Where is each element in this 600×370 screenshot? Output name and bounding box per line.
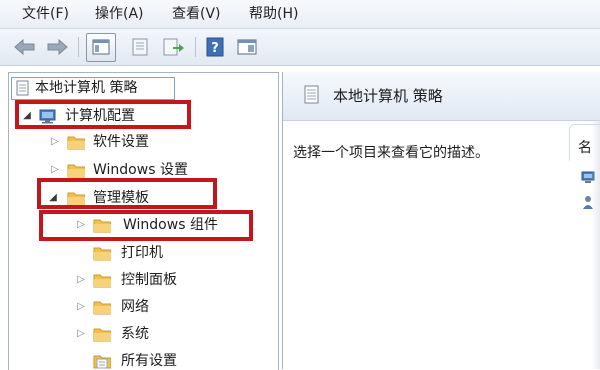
annotation-box-computer-config bbox=[15, 100, 191, 129]
menu-action[interactable]: 操作(A) bbox=[95, 4, 144, 24]
tree-node-printers[interactable]: 打印机 bbox=[75, 242, 275, 264]
tree-label-all-settings: 所有设置 bbox=[121, 353, 177, 369]
folder-icon bbox=[67, 164, 85, 178]
pane-edge-shadow bbox=[591, 120, 600, 369]
toolbar-separator bbox=[78, 37, 79, 57]
console-tree-icon bbox=[92, 39, 110, 55]
tree-label-system: 系统 bbox=[121, 326, 149, 342]
menu-bar: 文件(F) 操作(A) 查看(V) 帮助(H) bbox=[0, 0, 600, 29]
action-pane-button[interactable] bbox=[234, 35, 260, 59]
result-pane: 本地计算机 策略 选择一个项目来查看它的描述。 名 bbox=[282, 72, 600, 369]
policy-document-icon bbox=[304, 85, 319, 104]
back-button[interactable] bbox=[12, 35, 38, 59]
tree-label-root: 本地计算机 策略 bbox=[35, 80, 138, 96]
folder-icon bbox=[93, 328, 111, 342]
folder-icon bbox=[93, 274, 111, 288]
column-header-label: 名 bbox=[578, 140, 592, 156]
result-pane-header: 本地计算机 策略 bbox=[283, 72, 600, 121]
tree-label-printers: 打印机 bbox=[121, 245, 163, 261]
menu-help[interactable]: 帮助(H) bbox=[249, 4, 298, 24]
tree-label-software-settings: 软件设置 bbox=[93, 134, 149, 150]
action-pane-icon bbox=[237, 39, 257, 55]
annotation-box-admin-templates bbox=[37, 178, 217, 209]
svg-text:?: ? bbox=[211, 41, 219, 56]
toolbar-separator bbox=[195, 37, 196, 57]
tree-node-control-panel[interactable]: ▷ 控制面板 bbox=[75, 269, 275, 291]
back-arrow-icon bbox=[14, 38, 35, 56]
menu-view[interactable]: 查看(V) bbox=[172, 4, 221, 24]
menu-file[interactable]: 文件(F) bbox=[22, 4, 69, 24]
folder-icon bbox=[93, 247, 111, 261]
properties-icon bbox=[132, 38, 148, 56]
export-list-icon bbox=[163, 38, 184, 56]
export-list-button[interactable] bbox=[160, 35, 186, 59]
show-hide-tree-button[interactable] bbox=[86, 33, 116, 62]
forward-button[interactable] bbox=[44, 35, 70, 59]
properties-button[interactable] bbox=[128, 35, 152, 59]
folder-icon bbox=[93, 301, 111, 315]
annotation-box-windows-components bbox=[39, 210, 253, 241]
description-text: 选择一个项目来查看它的描述。 bbox=[293, 145, 489, 161]
folder-icon bbox=[67, 136, 85, 150]
console-tree: 本地计算机 策略 ◢ 计算机配置 ▷ 软件设置 ▷ Windows 设置 ◢ 管… bbox=[8, 72, 279, 370]
collapsed-arrow-icon[interactable]: ▷ bbox=[75, 296, 87, 318]
tree-node-network[interactable]: ▷ 网络 bbox=[75, 296, 275, 318]
all-settings-icon bbox=[93, 355, 111, 369]
help-icon: ? bbox=[206, 37, 224, 57]
toolbar: ? bbox=[0, 29, 600, 66]
tree-node-system[interactable]: ▷ 系统 bbox=[75, 323, 275, 345]
collapsed-arrow-icon[interactable]: ▷ bbox=[75, 269, 87, 291]
collapsed-arrow-icon[interactable]: ▷ bbox=[49, 131, 61, 153]
tree-node-software-settings[interactable]: ▷ 软件设置 bbox=[49, 131, 269, 153]
result-pane-title: 本地计算机 策略 bbox=[333, 87, 443, 105]
tree-label-control-panel: 控制面板 bbox=[121, 272, 177, 288]
collapsed-arrow-icon[interactable]: ▷ bbox=[75, 323, 87, 345]
tree-label-network: 网络 bbox=[121, 299, 149, 315]
help-button[interactable]: ? bbox=[204, 35, 226, 59]
tree-node-all-settings[interactable]: 所有设置 bbox=[75, 350, 275, 370]
forward-arrow-icon bbox=[47, 38, 68, 56]
policy-document-icon bbox=[16, 80, 29, 96]
